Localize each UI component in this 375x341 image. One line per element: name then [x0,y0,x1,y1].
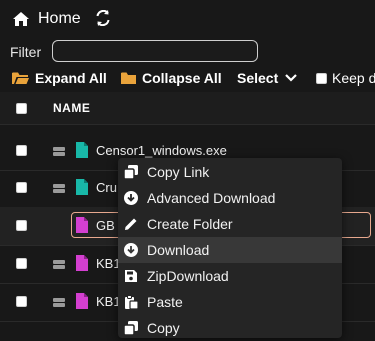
download-circle-icon [124,191,138,205]
select-dropdown[interactable]: Select [237,70,298,86]
menu-item-download[interactable]: Download [118,237,342,263]
copy-icon [124,321,138,335]
drive-icon [53,260,65,269]
top-bar: Home [0,0,375,38]
drive-icon [53,298,65,307]
menu-item-advanced-download[interactable]: Advanced Download [118,185,342,211]
menu-item-label: Paste [147,294,183,310]
menu-item-create-folder[interactable]: Create Folder [118,211,342,237]
menu-item-label: Download [147,242,210,258]
pencil-icon [125,218,137,230]
menu-item-copy-link[interactable]: Copy Link [118,159,342,185]
expand-all-button[interactable]: Expand All [12,70,107,86]
drive-icon [53,184,65,193]
copy-icon [124,165,138,179]
select-label: Select [237,70,279,86]
file-name[interactable]: KB1 [96,294,121,309]
row-checkbox[interactable] [16,145,27,156]
select-all-checkbox[interactable] [16,103,27,114]
keep-label: Keep d [332,70,375,86]
collapse-all-label: Collapse All [142,70,222,86]
home-link[interactable]: Home [38,10,81,28]
row-checkbox[interactable] [16,258,27,269]
menu-item-label: Copy [147,320,180,336]
file-name[interactable]: Cru [96,180,117,195]
home-icon[interactable] [12,11,30,27]
file-name[interactable]: Censor1_windows.exe [96,143,227,158]
expand-all-label: Expand All [35,70,107,86]
name-column-header[interactable]: NAME [53,101,90,115]
download-circle-icon [124,243,138,257]
archive-file-icon [76,293,88,309]
folder-icon [121,72,136,84]
filter-label: Filter [10,44,42,60]
table-header: NAME [0,92,375,125]
filter-row: Filter [0,38,375,66]
row-checkbox[interactable] [16,182,27,193]
file-name[interactable]: GB [96,218,115,233]
menu-item-label: ZipDownload [147,268,229,284]
toolbar: Expand All Collapse All Select Keep d [0,66,375,92]
menu-item-paste[interactable]: Paste [118,289,342,315]
refresh-icon[interactable] [95,10,111,26]
menu-item-label: Advanced Download [147,190,276,206]
keep-checkbox[interactable] [316,72,327,84]
row-checkbox[interactable] [16,220,27,231]
file-name[interactable]: KB1 [96,256,121,271]
paste-icon [125,295,138,309]
executable-file-icon [76,179,88,195]
keep-option[interactable]: Keep d [316,70,375,86]
row-checkbox[interactable] [16,296,27,307]
archive-file-icon [76,255,88,271]
executable-file-icon [76,142,88,158]
drive-icon [53,147,65,156]
context-menu: Copy Link Advanced Download Create Folde… [118,158,342,338]
menu-item-copy[interactable]: Copy [118,315,342,341]
collapse-all-button[interactable]: Collapse All [121,70,222,86]
menu-item-label: Copy Link [147,164,210,180]
menu-item-label: Create Folder [147,216,233,232]
menu-item-zip-download[interactable]: ZipDownload [118,263,342,289]
archive-file-icon [76,217,88,233]
save-icon [125,270,137,282]
folder-open-icon [12,72,29,84]
filter-input[interactable] [52,40,258,62]
chevron-down-icon [285,74,298,82]
